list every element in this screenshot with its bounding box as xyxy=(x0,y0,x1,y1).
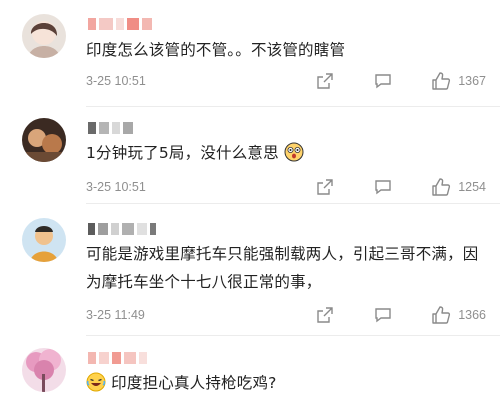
comment-item: 印度怎么该管的不管。。不该管的瞎管 3-25 10:51 1367 xyxy=(0,0,500,107)
username-masked[interactable] xyxy=(88,121,133,135)
avatar[interactable] xyxy=(22,118,66,162)
share-icon[interactable] xyxy=(314,304,336,326)
comment-item: 可能是游戏里摩托车只能强制载两人，引起三哥不满，因为摩托车坐个十七八很正常的事，… xyxy=(0,204,500,336)
share-icon[interactable] xyxy=(314,70,336,92)
comment-actions: 1367 xyxy=(314,69,486,93)
laughing-emoji-icon xyxy=(86,372,106,401)
like-icon[interactable] xyxy=(430,70,452,92)
avatar[interactable] xyxy=(22,14,66,58)
comment-text: 可能是游戏里摩托车只能强制载两人，引起三哥不满，因为摩托车坐个十七八很正常的事， xyxy=(86,245,479,291)
comment-actions: 1366 xyxy=(314,303,486,327)
avatar[interactable] xyxy=(22,348,66,392)
username-masked[interactable] xyxy=(88,351,147,365)
comment-item: 印度担心真人持枪吃鸡? xyxy=(0,336,500,407)
comment-time: 3-25 10:51 xyxy=(86,180,146,194)
avatar-image-icon xyxy=(22,218,66,262)
comment-icon[interactable] xyxy=(372,176,394,198)
comment-actions: 1254 xyxy=(314,175,486,199)
avatar[interactable] xyxy=(22,218,66,262)
share-icon[interactable] xyxy=(314,176,336,198)
like-count: 1366 xyxy=(458,308,486,322)
comment-text: 印度怎么该管的不管。。不该管的瞎管 xyxy=(86,41,346,59)
like-count: 1367 xyxy=(458,74,486,88)
comment-text-content: 1分钟玩了5局，没什么意思 xyxy=(86,144,279,162)
username-masked[interactable] xyxy=(88,222,156,236)
comment-item: 1分钟玩了5局，没什么意思 3-25 10:51 1254 xyxy=(0,107,500,204)
comment-time: 3-25 11:49 xyxy=(86,308,145,322)
comment-text: 印度担心真人持枪吃鸡? xyxy=(86,369,482,401)
like-icon[interactable] xyxy=(430,176,452,198)
like-icon[interactable] xyxy=(430,304,452,326)
surprised-emoji-icon xyxy=(284,142,304,171)
avatar-image-icon xyxy=(22,348,66,392)
like-count: 1254 xyxy=(458,180,486,194)
comment-icon[interactable] xyxy=(372,70,394,92)
comment-text: 1分钟玩了5局，没什么意思 xyxy=(86,139,482,171)
comment-icon[interactable] xyxy=(372,304,394,326)
comment-time: 3-25 10:51 xyxy=(86,74,146,88)
comment-text-content: 印度担心真人持枪吃鸡? xyxy=(111,374,277,392)
username-masked[interactable] xyxy=(88,17,152,31)
avatar-image-icon xyxy=(22,14,66,58)
avatar-image-icon xyxy=(22,118,66,162)
